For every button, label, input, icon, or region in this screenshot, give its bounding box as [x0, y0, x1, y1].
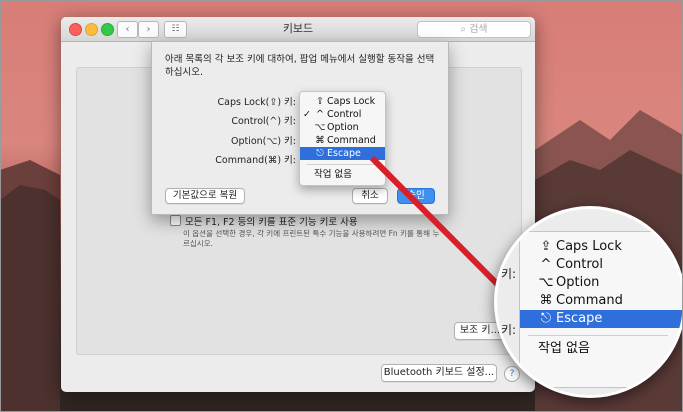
command-icon: ⌘ [539, 293, 553, 308]
magnified-menu-view: 키: 키: ⇪ Caps Lock ^ Control ⌥ Option ⌘ C… [494, 206, 683, 398]
control-icon: ^ [540, 257, 552, 272]
checkmark-icon: ✓ [303, 109, 311, 120]
menu-item-escape[interactable]: ⎋ Escape [300, 147, 385, 160]
caps-lock-label: Caps Lock(⇪) 키: [217, 97, 296, 108]
escape-icon: ⎋ [540, 311, 552, 326]
menu-separator [306, 164, 379, 165]
menu-item-label: Command [556, 293, 623, 308]
modifier-popup-menu: ⇪ Caps Lock ✓ ^ Control ⌥ Option ⌘ Comma… [299, 91, 386, 186]
menu-separator [528, 335, 668, 336]
menu-item-label: Option [327, 122, 359, 133]
command-label: Command(⌘) 키: [215, 155, 296, 166]
menu-item-escape[interactable]: ⎋ Escape [520, 310, 683, 328]
menu-item-label: Option [556, 275, 600, 290]
menu-item-control[interactable]: ^ Control [520, 256, 683, 274]
menu-item-label: Control [556, 257, 603, 272]
option-label: Option(⌥) 키: [230, 136, 296, 147]
sheet-instruction: 아래 목록의 각 보조 키에 대하여, 팝업 메뉴에서 실행할 동작을 선택하십… [165, 54, 435, 78]
menu-item-option[interactable]: ⌥ Option [300, 121, 385, 134]
f-keys-label: 모든 F1, F2 등의 키를 표준 기능 키로 사용 [185, 217, 358, 228]
f-keys-description: 이 옵션을 선택한 경우, 각 키에 프린트된 특수 기능을 사용하려면 Fn … [183, 229, 440, 248]
f-keys-checkbox[interactable] [170, 215, 181, 226]
menu-item-label: 작업 없음 [314, 169, 352, 180]
menu-item-label: Control [327, 109, 362, 120]
menu-item-label: Caps Lock [327, 96, 376, 107]
menu-item-command[interactable]: ⌘ Command [300, 134, 385, 147]
option-icon: ⌥ [538, 275, 554, 290]
cancel-button[interactable]: 취소 [352, 188, 388, 204]
menu-item-control[interactable]: ✓ ^ Control [300, 108, 385, 121]
search-field[interactable]: ⌕ 검색 [417, 21, 531, 38]
command-icon: ⌘ [315, 135, 325, 146]
option-icon: ⌥ [314, 122, 326, 133]
menu-item-label: Escape [327, 148, 361, 159]
search-placeholder: 검색 [469, 24, 488, 35]
caps-lock-icon: ⇪ [316, 96, 324, 107]
caps-lock-icon: ⇪ [540, 239, 552, 254]
zoom-key-label: 키: [501, 323, 517, 337]
menu-item-label: 작업 없음 [538, 341, 590, 356]
menu-item-label: Command [327, 135, 376, 146]
menu-item-label: Caps Lock [556, 239, 622, 254]
restore-defaults-button[interactable]: 기본값으로 복원 [165, 188, 245, 204]
menu-item-caps-lock[interactable]: ⇪ Caps Lock [300, 95, 385, 108]
menu-item-label: Escape [556, 311, 603, 326]
search-icon: ⌕ [460, 24, 466, 35]
menu-item-no-action[interactable]: 작업 없음 [300, 168, 385, 181]
ok-button[interactable]: 승인 [397, 188, 435, 204]
control-label: Control(^) 키: [231, 116, 296, 127]
menu-item-no-action[interactable]: 작업 없음 [520, 340, 683, 358]
help-icon[interactable]: ? [504, 366, 520, 382]
control-icon: ^ [316, 109, 324, 120]
magnified-popup-menu: ⇪ Caps Lock ^ Control ⌥ Option ⌘ Command… [519, 231, 683, 388]
title-bar: ‹ › ☷ 키보드 ⌕ 검색 [61, 17, 535, 42]
menu-item-option[interactable]: ⌥ Option [520, 274, 683, 292]
menu-item-command[interactable]: ⌘ Command [520, 292, 683, 310]
escape-icon: ⎋ [316, 148, 324, 159]
bluetooth-keyboard-setup-button[interactable]: Bluetooth 키보드 설정... [381, 364, 497, 382]
f-keys-option[interactable]: 모든 F1, F2 등의 키를 표준 기능 키로 사용 [170, 214, 358, 228]
zoom-key-label: 키: [501, 267, 517, 281]
menu-item-caps-lock[interactable]: ⇪ Caps Lock [520, 238, 683, 256]
